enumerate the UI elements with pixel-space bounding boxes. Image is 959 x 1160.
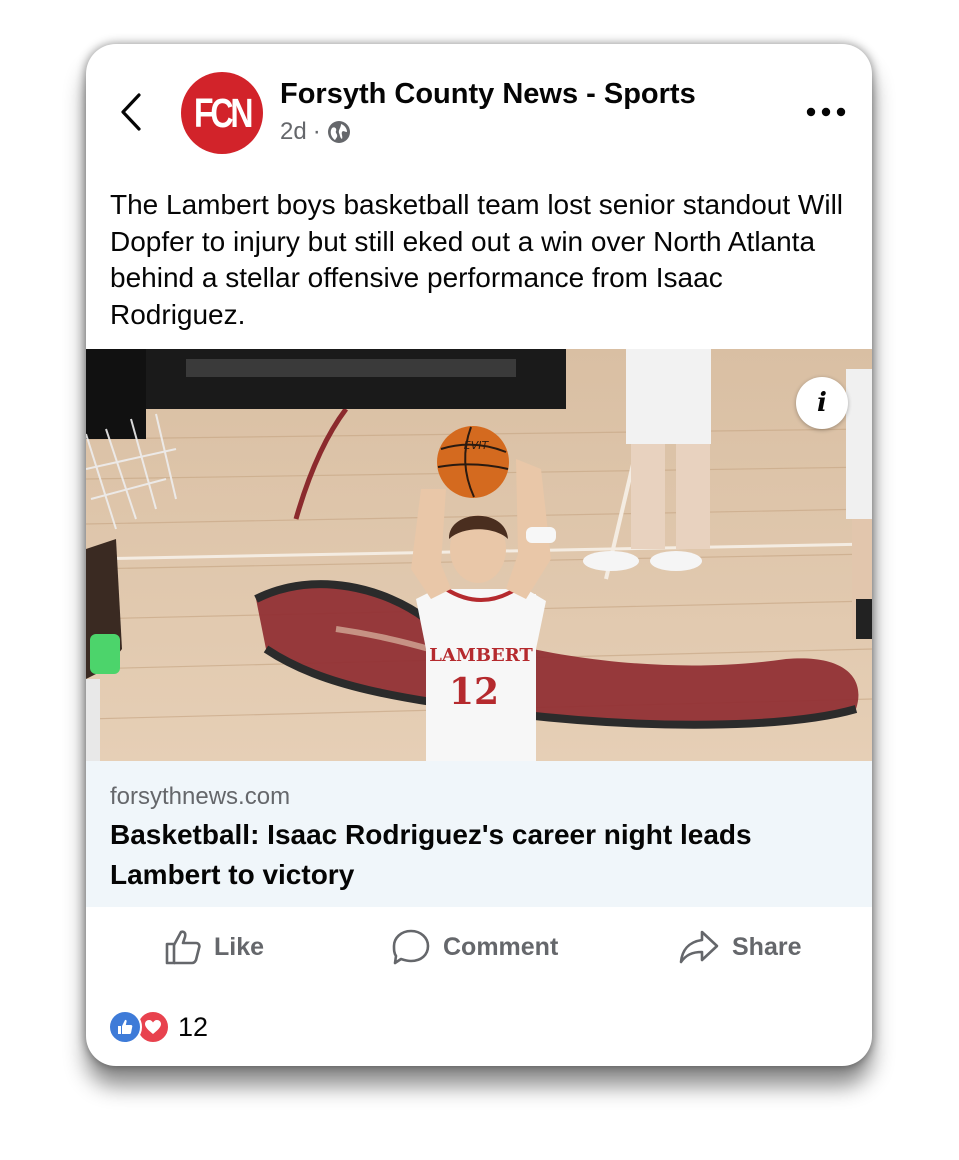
post-time[interactable]: 2d xyxy=(280,118,307,146)
post-card: FCN Forsyth County News - Sports 2d · Th… xyxy=(86,44,872,1066)
comment-bubble-icon xyxy=(392,929,430,965)
post-meta: 2d · xyxy=(280,118,351,146)
like-label: Like xyxy=(214,932,265,961)
link-preview[interactable]: forsythnews.com Basketball: Isaac Rodrig… xyxy=(86,761,872,907)
jersey-number-text: 12 xyxy=(449,671,499,713)
share-arrow-icon xyxy=(679,930,719,964)
jersey-team-text: LAMBERT xyxy=(429,645,533,666)
action-bar: Like Comment Share xyxy=(86,916,872,978)
link-domain: forsythnews.com xyxy=(110,783,291,810)
meta-separator: · xyxy=(312,118,321,145)
more-options-button[interactable] xyxy=(804,102,848,122)
post-header: FCN Forsyth County News - Sports 2d · xyxy=(86,44,872,174)
thumbs-up-icon xyxy=(165,930,201,965)
like-button[interactable]: Like xyxy=(164,916,264,978)
page-name[interactable]: Forsyth County News - Sports xyxy=(280,78,696,111)
avatar-logo-text: FCN xyxy=(193,89,253,136)
back-button[interactable] xyxy=(116,92,146,132)
globe-icon xyxy=(327,121,350,143)
link-title: Basketball: Isaac Rodriguez's career nig… xyxy=(110,819,752,890)
like-reaction-icon xyxy=(108,1010,142,1044)
share-button[interactable]: Share xyxy=(678,916,801,978)
post-body-text: The Lambert boys basketball team lost se… xyxy=(110,189,844,330)
comment-button[interactable]: Comment xyxy=(391,916,558,978)
basketball-photo: LAMBERT 12 EVIT xyxy=(86,349,872,761)
comment-label: Comment xyxy=(443,932,559,961)
ball-brand-text: EVIT xyxy=(464,439,490,452)
info-icon: i xyxy=(817,388,827,418)
chevron-left-icon xyxy=(121,93,141,131)
post-photo[interactable]: LAMBERT 12 EVIT xyxy=(86,349,872,761)
more-horizontal-icon xyxy=(806,107,846,117)
share-label: Share xyxy=(732,932,802,961)
reactions-summary[interactable]: 12 xyxy=(108,1010,208,1044)
page-avatar[interactable]: FCN xyxy=(181,72,263,154)
reaction-count: 12 xyxy=(178,1011,209,1042)
info-button[interactable]: i xyxy=(796,377,848,429)
